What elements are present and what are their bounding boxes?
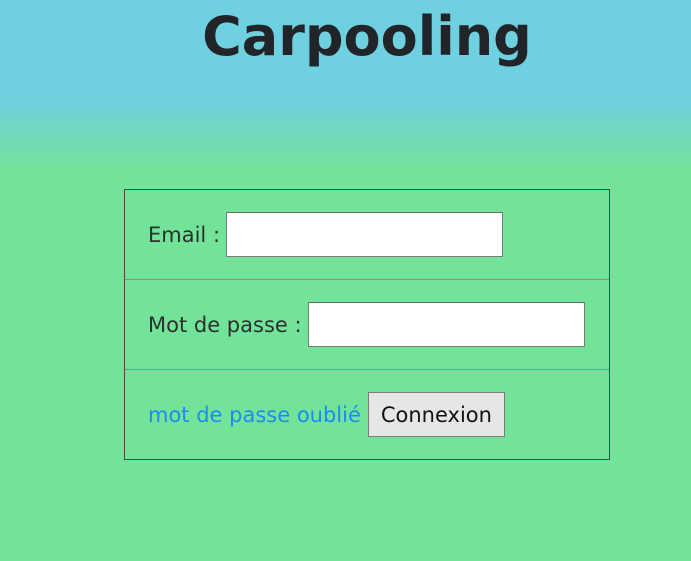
login-form: Email : Mot de passe : mot de passe oubl… bbox=[124, 189, 610, 460]
login-button[interactable]: Connexion bbox=[367, 392, 505, 437]
page-title: Carpooling bbox=[202, 5, 532, 68]
actions-row: mot de passe oublié Connexion bbox=[125, 369, 609, 459]
email-row: Email : bbox=[125, 190, 609, 279]
password-field[interactable] bbox=[307, 302, 585, 347]
password-label: Mot de passe : bbox=[148, 312, 302, 337]
forgot-password-link[interactable]: mot de passe oublié bbox=[148, 403, 361, 427]
email-field[interactable] bbox=[226, 212, 504, 257]
password-row: Mot de passe : bbox=[125, 279, 609, 369]
email-label: Email : bbox=[148, 222, 221, 247]
